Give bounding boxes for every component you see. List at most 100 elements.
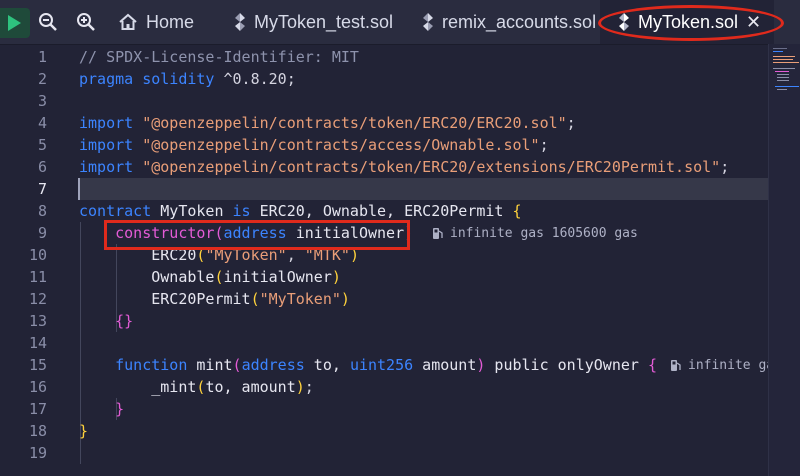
code-token: ^0.8.20;: [214, 70, 296, 88]
code-line: import "@openzeppelin/contracts/token/ER…: [79, 156, 729, 178]
code-token: ;: [539, 136, 549, 154]
run-script-button[interactable]: [0, 8, 30, 38]
tab-label: MyToken_test.sol: [254, 11, 394, 32]
line-number: 18: [28, 422, 47, 440]
code-token: mint: [187, 356, 233, 374]
minimap-line: [777, 89, 787, 90]
tab-mytoken-test[interactable]: MyToken_test.sol: [234, 0, 393, 44]
code-token: ;: [566, 114, 576, 132]
code-line: Ownable(initialOwner): [79, 266, 341, 288]
code-token: "MTK": [304, 246, 350, 264]
code-token: import: [79, 136, 134, 154]
code-token: constructor: [79, 224, 215, 242]
code-line: pragma solidity ^0.8.20;: [79, 68, 296, 90]
code-token: solidity: [142, 70, 215, 88]
code-token: ,: [286, 246, 305, 264]
code-token: {: [512, 202, 522, 220]
minimap-line: [773, 48, 787, 49]
close-icon[interactable]: ✕: [746, 12, 761, 33]
code-token: ;: [304, 378, 314, 396]
code-token: import: [79, 158, 134, 176]
code-token: to, amount: [205, 378, 296, 396]
zoom-out-button[interactable]: [38, 12, 60, 34]
code-token: ): [340, 290, 350, 308]
minimap-line: [773, 62, 799, 63]
code-line: function mint(address to, uint256 amount…: [79, 354, 657, 376]
minimap-line: [777, 77, 789, 78]
line-number: 9: [37, 224, 47, 242]
code-editor[interactable]: 1 2 3 4 5 6 7 8 9 10 11 12 13 14 15 16 17 18 19 // SPDX-Li…: [0, 45, 774, 476]
code-line: // SPDX-License-Identifier: MIT: [79, 46, 359, 68]
tab-remix-accounts[interactable]: remix_accounts.sol: [422, 0, 596, 44]
solidity-file-icon: [618, 13, 630, 31]
code-token: pragma: [79, 70, 134, 88]
code-line: import "@openzeppelin/contracts/access/O…: [79, 134, 549, 156]
code-token: (: [214, 268, 224, 286]
code-token: ): [349, 246, 359, 264]
code-token: amount: [413, 356, 477, 374]
line-number: 14: [28, 334, 47, 352]
code-token: "MyToken": [205, 246, 287, 264]
code-token: "MyToken": [259, 290, 341, 308]
code-token: ERC20: [79, 246, 197, 264]
gas-estimate-hint: infinite ga: [670, 354, 774, 376]
line-number: 19: [28, 444, 47, 462]
code-token: "@openzeppelin/contracts/access/Ownable.…: [142, 136, 540, 154]
code-token: function: [79, 356, 188, 374]
code-token: import: [79, 114, 134, 132]
code-token: }: [79, 400, 125, 418]
line-number: 5: [37, 136, 47, 154]
tab-home[interactable]: Home: [118, 0, 194, 44]
minimap-line: [773, 56, 795, 57]
code-token: uint256: [349, 356, 414, 374]
code-line: import "@openzeppelin/contracts/token/ER…: [79, 112, 576, 134]
minimap-line: [773, 68, 795, 69]
gas-estimate-hint: infinite gas 1605600 gas: [432, 222, 638, 244]
current-line-highlight: [78, 178, 768, 200]
code-token: (: [214, 224, 224, 242]
code-line: _mint(to, amount);: [79, 376, 314, 398]
code-token: contract: [79, 202, 152, 220]
code-line: contract MyToken is ERC20, Ownable, ERC2…: [79, 200, 522, 222]
minimap-line: [777, 80, 789, 81]
solidity-file-icon: [234, 13, 246, 31]
text-cursor: [78, 178, 80, 200]
line-number: 7: [37, 180, 47, 198]
code-token: Ownable: [79, 268, 215, 286]
minimap[interactable]: [768, 44, 800, 476]
line-number: 3: [37, 92, 47, 110]
line-number: 10: [28, 246, 47, 264]
code-token: "@openzeppelin/contracts/token/ERC20/ext…: [142, 158, 721, 176]
line-number: 16: [28, 378, 47, 396]
code-line: {}: [79, 310, 133, 332]
code-token: }: [79, 422, 89, 440]
code-token: initialOwner: [223, 268, 332, 286]
code-token: ;: [720, 158, 730, 176]
code-token: address: [241, 356, 305, 374]
code-token: address: [223, 224, 287, 242]
code-token: // SPDX-License-Identifier: MIT: [79, 48, 359, 66]
line-number: 1: [37, 48, 47, 66]
minimap-line: [775, 86, 799, 87]
code-token: public onlyOwner: [485, 356, 648, 374]
code-line: ERC20Permit("MyToken"): [79, 288, 350, 310]
line-number: 2: [37, 70, 47, 88]
minimap-line: [777, 74, 789, 75]
code-line: constructor(address initialOwner): [79, 222, 413, 244]
code-token: (: [250, 290, 260, 308]
line-number: 15: [28, 356, 47, 374]
code-token: initialOwner: [286, 224, 405, 242]
code-token: ERC20, Ownable, ERC20Permit: [250, 202, 513, 220]
tab-mytoken-active[interactable]: MyToken.sol ✕: [600, 0, 774, 44]
tab-label: Home: [146, 11, 195, 32]
minimap-line: [773, 51, 783, 52]
code-line: }: [79, 420, 88, 442]
play-icon: [8, 15, 21, 31]
zoom-in-button[interactable]: [76, 12, 98, 34]
line-number: 17: [28, 400, 47, 418]
code-token: ERC20Permit: [79, 290, 251, 308]
code-line: }: [79, 398, 124, 420]
code-token: ): [404, 224, 414, 242]
